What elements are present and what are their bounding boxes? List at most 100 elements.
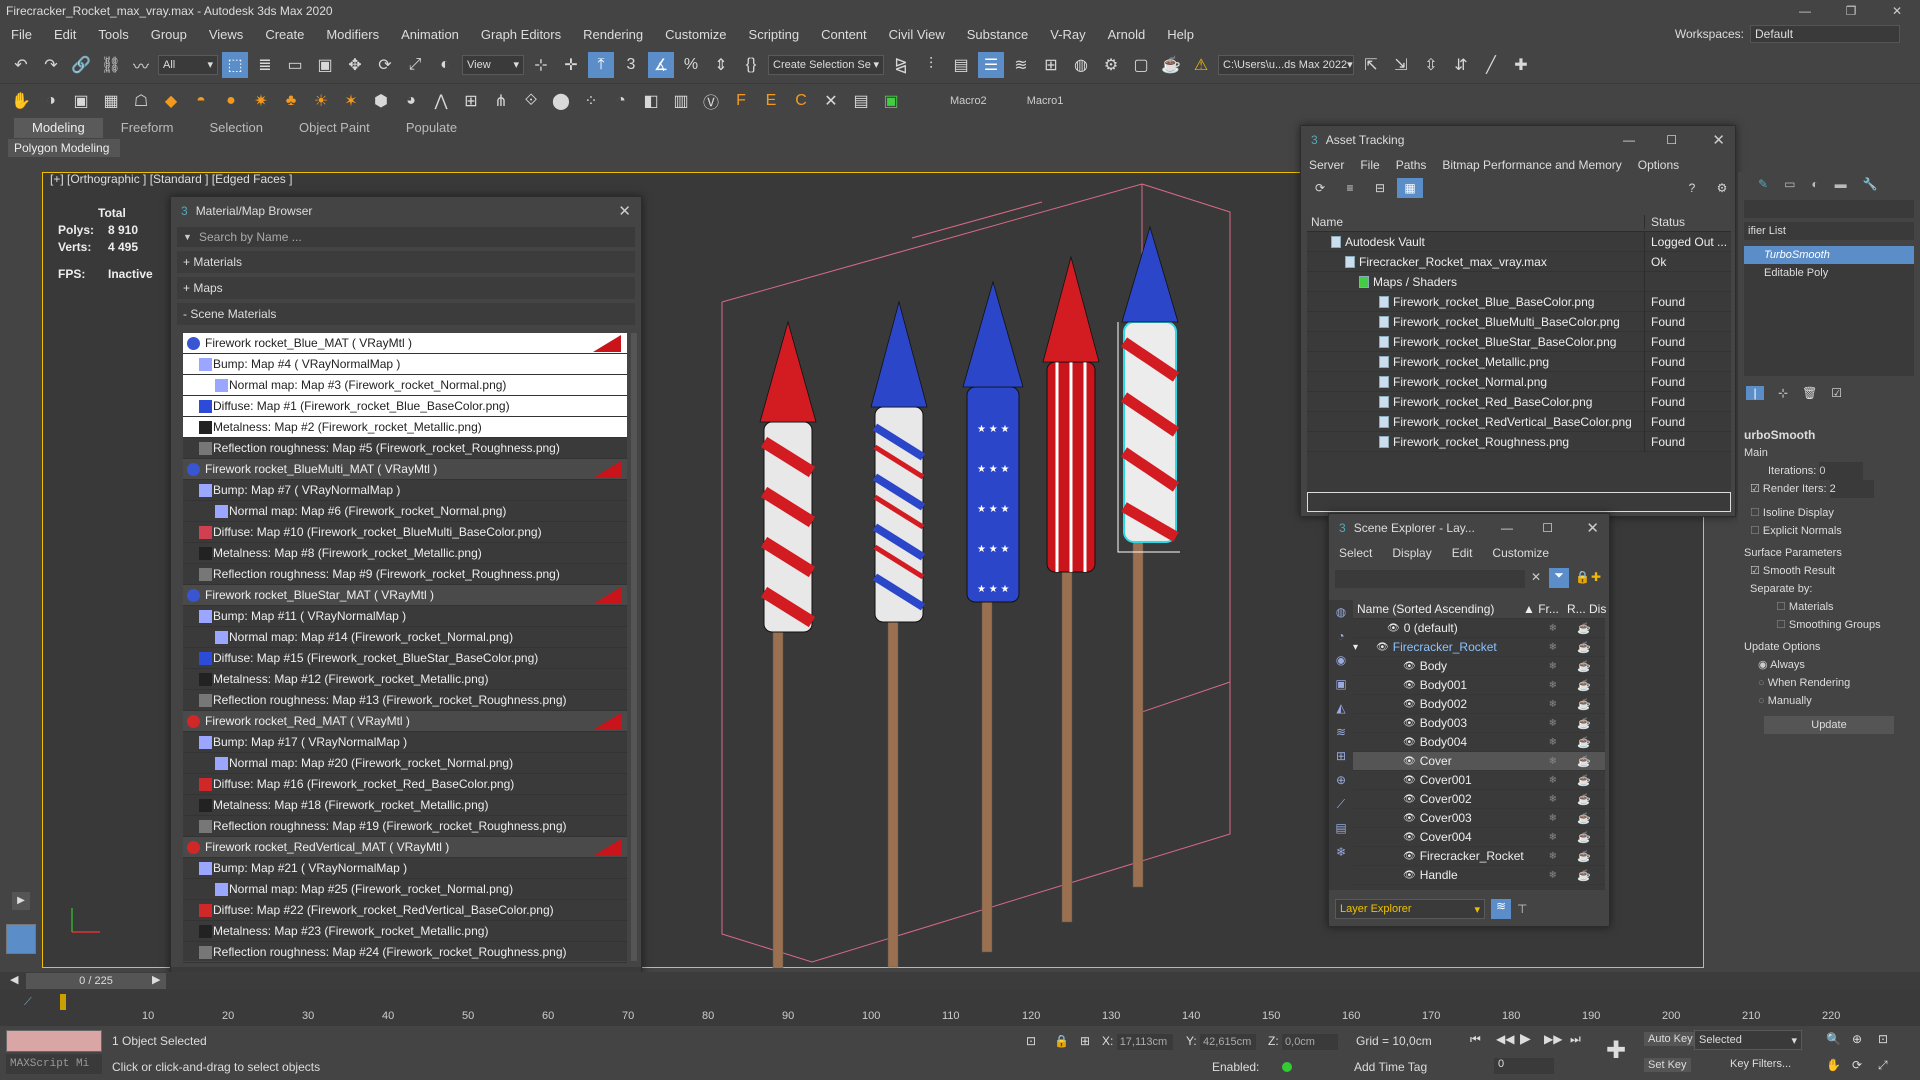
map-item[interactable]: Metalness: Map #12 (Firework_rocket_Meta…: [183, 669, 627, 690]
lock-icon[interactable]: 🔒: [1575, 570, 1590, 584]
material-item[interactable]: Firework rocket_Red_MAT ( VRayMtl ): [183, 711, 627, 732]
freeze-icon[interactable]: ❄: [1549, 813, 1557, 824]
render-icon[interactable]: ☕: [1577, 717, 1591, 730]
close-icon[interactable]: ✕: [1712, 131, 1725, 149]
scene-tree-row[interactable]: 👁 Body003 ❄ ☕: [1353, 714, 1605, 733]
col-display[interactable]: Dis: [1589, 602, 1606, 616]
stack-item-editable-poly[interactable]: Editable Poly: [1744, 264, 1914, 282]
mushroom-icon[interactable]: ♣: [278, 88, 304, 114]
orbit-icon[interactable]: ◑: [38, 88, 64, 114]
goto-end-icon[interactable]: ⏭: [1570, 1032, 1581, 1047]
asset-path-field[interactable]: [1307, 492, 1731, 512]
menu-create[interactable]: Create: [254, 27, 315, 42]
map-item[interactable]: Diffuse: Map #15 (Firework_rocket_BlueSt…: [183, 648, 627, 669]
lock-selection-icon[interactable]: 🔒: [1054, 1034, 1069, 1048]
motion-tab-icon[interactable]: ▬: [1835, 177, 1847, 191]
menu-graph-editors[interactable]: Graph Editors: [470, 27, 572, 42]
scene-tree-row[interactable]: 👁 Handle ❄ ☕: [1353, 866, 1605, 885]
map-item[interactable]: Bump: Map #11 ( VRayNormalMap ): [183, 606, 627, 627]
freeze-icon[interactable]: ❄: [1549, 851, 1557, 862]
table-icon[interactable]: ▤: [848, 88, 874, 114]
asset-row[interactable]: Firework_rocket_Metallic.png Found: [1307, 351, 1731, 372]
geosphere-icon[interactable]: ✷: [248, 88, 274, 114]
always-radio[interactable]: Always: [1738, 656, 1920, 674]
curve-editor-icon[interactable]: ≋: [1008, 52, 1034, 78]
redo-icon[interactable]: ↷: [38, 52, 64, 78]
visibility-eye-icon[interactable]: 👁: [1403, 851, 1416, 862]
maximize-icon[interactable]: ☐: [1542, 521, 1553, 535]
visibility-eye-icon[interactable]: 👁: [1403, 794, 1416, 805]
visibility-eye-icon[interactable]: 👁: [1403, 775, 1416, 786]
map-item[interactable]: Metalness: Map #18 (Firework_rocket_Meta…: [183, 795, 627, 816]
tool-f-icon[interactable]: ✚: [1508, 52, 1534, 78]
tripod-icon[interactable]: ⋀: [428, 88, 454, 114]
iterations-spinner[interactable]: 0: [1819, 462, 1864, 480]
asset-tracking-titlebar[interactable]: 3 Asset Tracking — ☐ ✕: [1301, 126, 1735, 154]
mirror-icon[interactable]: ⧎: [888, 52, 914, 78]
explorer-menu-edit[interactable]: Edit: [1442, 546, 1483, 560]
maximize-viewport-icon[interactable]: ⤢: [1878, 1058, 1888, 1073]
rocket-2[interactable]: [870, 300, 928, 968]
visibility-eye-icon[interactable]: 👁: [1403, 680, 1416, 691]
render-icon[interactable]: ☕: [1577, 793, 1591, 806]
rotate-icon[interactable]: ⟳: [372, 52, 398, 78]
scene-tree-row[interactable]: 👁 Cover001 ❄ ☕: [1353, 771, 1605, 790]
material-item[interactable]: Firework rocket_BlueStar_MAT ( VRayMtl ): [183, 585, 627, 606]
menu-animation[interactable]: Animation: [390, 27, 470, 42]
restore-icon[interactable]: ❐: [1828, 0, 1874, 22]
spheres-icon[interactable]: ⁘: [578, 88, 604, 114]
clear-search-icon[interactable]: ✕: [1531, 570, 1541, 584]
explorer-menu-display[interactable]: Display: [1382, 546, 1441, 560]
render-icon[interactable]: ☕: [1577, 869, 1591, 882]
asset-menu-file[interactable]: File: [1352, 158, 1387, 172]
freeze-icon[interactable]: ❄: [1549, 680, 1557, 691]
smoothing-groups-checkbox[interactable]: Smoothing Groups: [1738, 616, 1920, 634]
tool-b-icon[interactable]: ⇲: [1388, 52, 1414, 78]
key-filters-button[interactable]: Key Filters...: [1730, 1058, 1791, 1070]
freeze-icon[interactable]: ❄: [1549, 832, 1557, 843]
visibility-eye-icon[interactable]: 👁: [1403, 870, 1416, 881]
render-icon[interactable]: ☕: [1577, 755, 1591, 768]
map-item[interactable]: Bump: Map #7 ( VRayNormalMap ): [183, 480, 627, 501]
asset-menu-bitmap-performance-and-memory[interactable]: Bitmap Performance and Memory: [1434, 158, 1629, 172]
keyboard-shortcut-icon[interactable]: ⤒: [588, 51, 614, 78]
fur-icon[interactable]: ⋔: [488, 88, 514, 114]
render-icon[interactable]: ☕: [1577, 736, 1591, 749]
layer-mode-icon[interactable]: ≋: [1491, 899, 1511, 919]
close-icon[interactable]: ✕: [618, 202, 631, 220]
render-icon[interactable]: ☕: [1577, 850, 1591, 863]
refresh-icon[interactable]: ⟳: [1307, 178, 1333, 198]
asset-row[interactable]: Firework_rocket_RedVertical_BaseColor.pn…: [1307, 411, 1731, 432]
selection-filter[interactable]: All ▾: [158, 54, 218, 75]
display-containers-icon[interactable]: ▤: [1329, 816, 1353, 840]
pivot-icon[interactable]: ⊹: [528, 52, 554, 78]
material-browser-titlebar[interactable]: 3 Material/Map Browser ✕: [171, 197, 641, 225]
enabled-indicator-icon[interactable]: [1282, 1062, 1292, 1072]
isoline-display-checkbox[interactable]: Isoline Display: [1738, 504, 1920, 522]
menu-edit[interactable]: Edit: [43, 27, 87, 42]
material-item[interactable]: Firework rocket_BlueMulti_MAT ( VRayMtl …: [183, 459, 627, 480]
tool-d-icon[interactable]: ⇵: [1448, 52, 1474, 78]
maxscript-listener[interactable]: [6, 1030, 102, 1052]
scene-tree-row[interactable]: 👁 Firecracker_Rocket ❄ ☕: [1353, 847, 1605, 866]
render-icon[interactable]: ☕: [1577, 774, 1591, 787]
freeze-icon[interactable]: ❄: [1549, 642, 1557, 653]
menu-views[interactable]: Views: [198, 27, 254, 42]
viewport-label[interactable]: [+] [Orthographic ] [Standard ] [Edged F…: [50, 172, 292, 186]
minimize-icon[interactable]: —: [1782, 0, 1828, 22]
expand-arrow-icon[interactable]: ▾: [1353, 642, 1358, 653]
explorer-menu-select[interactable]: Select: [1329, 546, 1382, 560]
star-icon[interactable]: ✶: [338, 88, 364, 114]
expand-icon[interactable]: ▶: [12, 892, 30, 910]
col-render[interactable]: R...: [1567, 602, 1586, 616]
workspaces-select[interactable]: Default: [1750, 25, 1900, 43]
visibility-eye-icon[interactable]: 👁: [1403, 699, 1416, 710]
section-materials[interactable]: + Materials: [177, 251, 635, 273]
menu-scripting[interactable]: Scripting: [738, 27, 811, 42]
robot-icon[interactable]: ☖: [128, 88, 154, 114]
minimize-icon[interactable]: —: [1623, 133, 1635, 147]
y-field[interactable]: 42,615cm: [1200, 1034, 1257, 1050]
utilities-tab-icon[interactable]: 🔧: [1863, 177, 1878, 191]
percent-snap-icon[interactable]: %: [678, 52, 704, 78]
ribbon-tab-populate[interactable]: Populate: [388, 118, 475, 138]
